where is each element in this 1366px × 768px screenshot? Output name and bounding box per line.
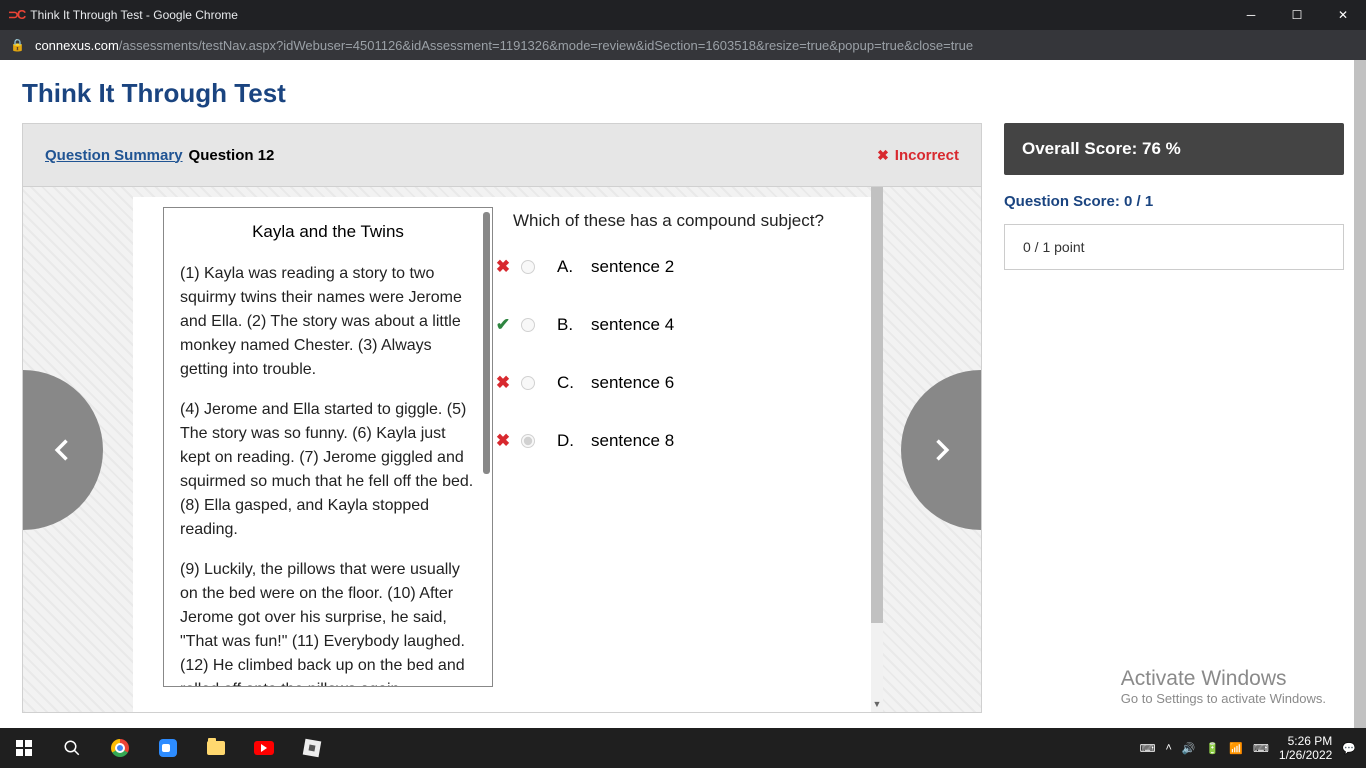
window-controls: ─ ☐ ✕ [1228, 0, 1366, 30]
points-box: 0 / 1 point [1004, 224, 1344, 270]
answer-option[interactable]: ✖ C. sentence 6 [495, 373, 851, 393]
passage-scrollbar[interactable] [483, 212, 490, 474]
answer-radio[interactable] [521, 318, 535, 332]
answer-option[interactable]: ✖ D. sentence 8 [495, 431, 851, 451]
answer-option[interactable]: ✖ A. sentence 2 [495, 257, 851, 277]
status-text: Incorrect [895, 147, 959, 164]
score-sidebar: Overall Score: 76 % Question Score: 0 / … [1004, 123, 1344, 713]
question-score-label: Question Score: 0 / 1 [1004, 193, 1344, 210]
question-body: Kayla and the Twins (1) Kayla was readin… [22, 187, 982, 713]
overall-score: Overall Score: 76 % [1004, 123, 1344, 175]
system-tray[interactable]: ⌨ ˄ 🔊 🔋 📶 ⌨ 5:26 PM 1/26/2022 💬 [1140, 734, 1366, 763]
page-viewport: Think It Through Test Question Summary Q… [0, 60, 1354, 728]
start-button[interactable] [0, 728, 48, 768]
explorer-taskbar-icon[interactable] [192, 728, 240, 768]
address-bar: 🔒 connexus.com/assessments/testNav.aspx?… [0, 30, 1366, 60]
tray-volume-icon[interactable]: 🔊 [1182, 742, 1196, 755]
main-column: Question Summary Question 12 ✖ Incorrect [22, 123, 982, 713]
page-title: Think It Through Test [22, 78, 1344, 109]
incorrect-icon: ✖ [877, 147, 889, 164]
minimize-button[interactable]: ─ [1228, 0, 1274, 30]
passage-para-3: (9) Luckily, the pillows that were usual… [180, 558, 476, 687]
page-scrollbar[interactable] [1354, 60, 1366, 728]
question-body-scrollbar[interactable]: ▼ [871, 187, 883, 712]
scroll-down-icon[interactable]: ▼ [871, 696, 883, 712]
question-prompt: Which of these has a compound subject? [513, 211, 851, 231]
question-number: Question 12 [189, 147, 275, 164]
answer-text: sentence 4 [591, 315, 674, 335]
x-icon: ✖ [495, 431, 511, 451]
answer-letter: B. [557, 315, 581, 335]
prev-question-button[interactable] [23, 370, 103, 530]
tray-battery-icon[interactable]: 🔋 [1206, 742, 1220, 755]
zoom-taskbar-icon[interactable] [144, 728, 192, 768]
answer-letter: C. [557, 373, 581, 393]
status-badge: ✖ Incorrect [877, 147, 959, 164]
passage-panel: Kayla and the Twins (1) Kayla was readin… [163, 207, 493, 687]
answer-letter: D. [557, 431, 581, 451]
window-title: Think It Through Test - Google Chrome [30, 8, 238, 22]
url-display[interactable]: connexus.com/assessments/testNav.aspx?id… [35, 38, 973, 53]
answer-text: sentence 6 [591, 373, 674, 393]
next-question-button[interactable] [901, 370, 981, 530]
answer-radio[interactable] [521, 376, 535, 390]
answer-radio[interactable] [521, 260, 535, 274]
app-favicon: ⊃C [8, 7, 24, 23]
search-button[interactable] [48, 728, 96, 768]
answer-radio[interactable] [521, 434, 535, 448]
question-header: Question Summary Question 12 ✖ Incorrect [22, 123, 982, 187]
chrome-taskbar-icon[interactable] [96, 728, 144, 768]
youtube-taskbar-icon[interactable] [240, 728, 288, 768]
tray-keyboard-icon[interactable]: ⌨ [1140, 742, 1156, 755]
passage-para-2: (4) Jerome and Ella started to giggle. (… [180, 398, 476, 542]
tray-keyboard2-icon[interactable]: ⌨ [1253, 742, 1269, 755]
tray-chevron-icon[interactable]: ˄ [1165, 742, 1171, 754]
x-icon: ✖ [495, 257, 511, 277]
clock-time: 5:26 PM [1279, 734, 1332, 748]
taskbar: ⌨ ˄ 🔊 🔋 📶 ⌨ 5:26 PM 1/26/2022 💬 [0, 728, 1366, 768]
url-host: connexus.com [35, 38, 119, 53]
lock-icon: 🔒 [10, 38, 25, 52]
answer-letter: A. [557, 257, 581, 277]
check-icon: ✔ [495, 315, 511, 335]
url-path: /assessments/testNav.aspx?idWebuser=4501… [119, 38, 973, 53]
roblox-taskbar-icon[interactable] [288, 728, 336, 768]
window-titlebar: ⊃C Think It Through Test - Google Chrome… [0, 0, 1366, 30]
close-button[interactable]: ✕ [1320, 0, 1366, 30]
taskbar-clock[interactable]: 5:26 PM 1/26/2022 [1279, 734, 1332, 763]
tray-wifi-icon[interactable]: 📶 [1229, 742, 1243, 755]
answers-panel: Which of these has a compound subject? ✖… [493, 197, 871, 712]
passage-title: Kayla and the Twins [180, 222, 476, 242]
answer-text: sentence 8 [591, 431, 674, 451]
x-icon: ✖ [495, 373, 511, 393]
question-summary-link[interactable]: Question Summary [45, 147, 183, 164]
clock-date: 1/26/2022 [1279, 748, 1332, 762]
answer-option[interactable]: ✔ B. sentence 4 [495, 315, 851, 335]
maximize-button[interactable]: ☐ [1274, 0, 1320, 30]
answer-text: sentence 2 [591, 257, 674, 277]
passage-para-1: (1) Kayla was reading a story to two squ… [180, 262, 476, 382]
scrollbar-thumb[interactable] [871, 187, 883, 623]
notifications-icon[interactable]: 💬 [1342, 742, 1356, 755]
